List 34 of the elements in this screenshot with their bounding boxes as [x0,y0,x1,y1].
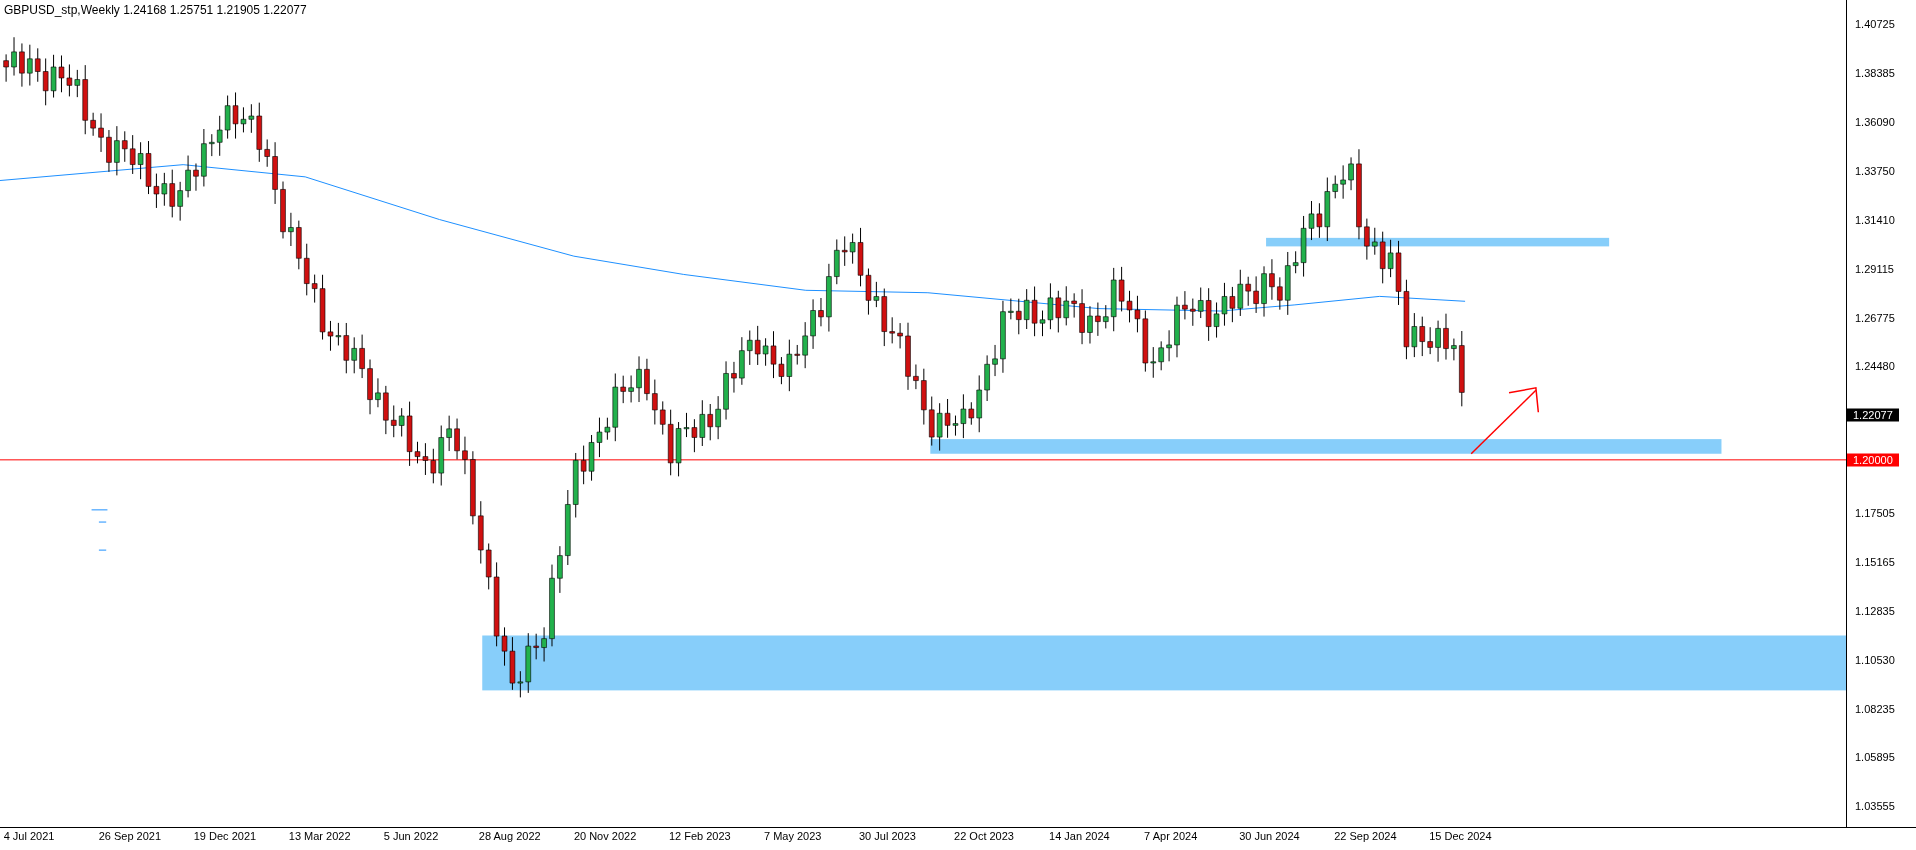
price-label: 1.24480 [1855,360,1895,372]
date-label: 28 Aug 2022 [478,831,541,842]
date-label: 14 Jan 2024 [1049,831,1110,842]
price-label: 1.08235 [1855,703,1895,714]
price-label: 1.31410 [1855,214,1895,226]
price-label: 1.26775 [1855,312,1895,324]
date-label: 30 Jul 2023 [859,831,916,842]
price-label: 1.40725 [1855,18,1895,30]
level-price-tag: 1.20000 [1847,453,1899,467]
price-label: 1.36090 [1855,116,1895,128]
date-label: 7 Apr 2024 [1144,831,1198,842]
price-label: 1.12835 [1855,605,1895,617]
date-label: 20 Nov 2022 [573,831,637,842]
date-label: 7 May 2023 [763,831,822,842]
date-label: 4 Jul 2021 [3,831,55,842]
price-label: 1.10530 [1855,654,1895,666]
date-label: 13 Mar 2022 [288,831,351,842]
chart-title: GBPUSD_stp,Weekly 1.24168 1.25751 1.21905 1.22077 [4,2,307,19]
price-label: 1.38385 [1855,67,1895,79]
date-label: 12 Feb 2023 [668,831,731,842]
price-label: 1.17505 [1855,507,1895,519]
date-label: 22 Oct 2023 [954,831,1014,842]
price-label: 1.29115 [1855,263,1894,275]
date-label: 5 Jun 2022 [383,831,439,842]
current-price-tag: 1.22077 [1847,408,1899,422]
date-label: 30 Jun 2024 [1239,831,1300,842]
price-label: 1.03555 [1855,800,1895,812]
date-label: 19 Dec 2021 [193,831,257,842]
date-label: 22 Sep 2024 [1334,831,1397,842]
date-label: 15 Dec 2024 [1429,831,1492,842]
price-label: 1.05895 [1855,751,1895,763]
price-label: 1.15165 [1855,556,1895,568]
date-label: 26 Sep 2021 [98,831,162,842]
price-label: 1.33750 [1855,165,1895,177]
